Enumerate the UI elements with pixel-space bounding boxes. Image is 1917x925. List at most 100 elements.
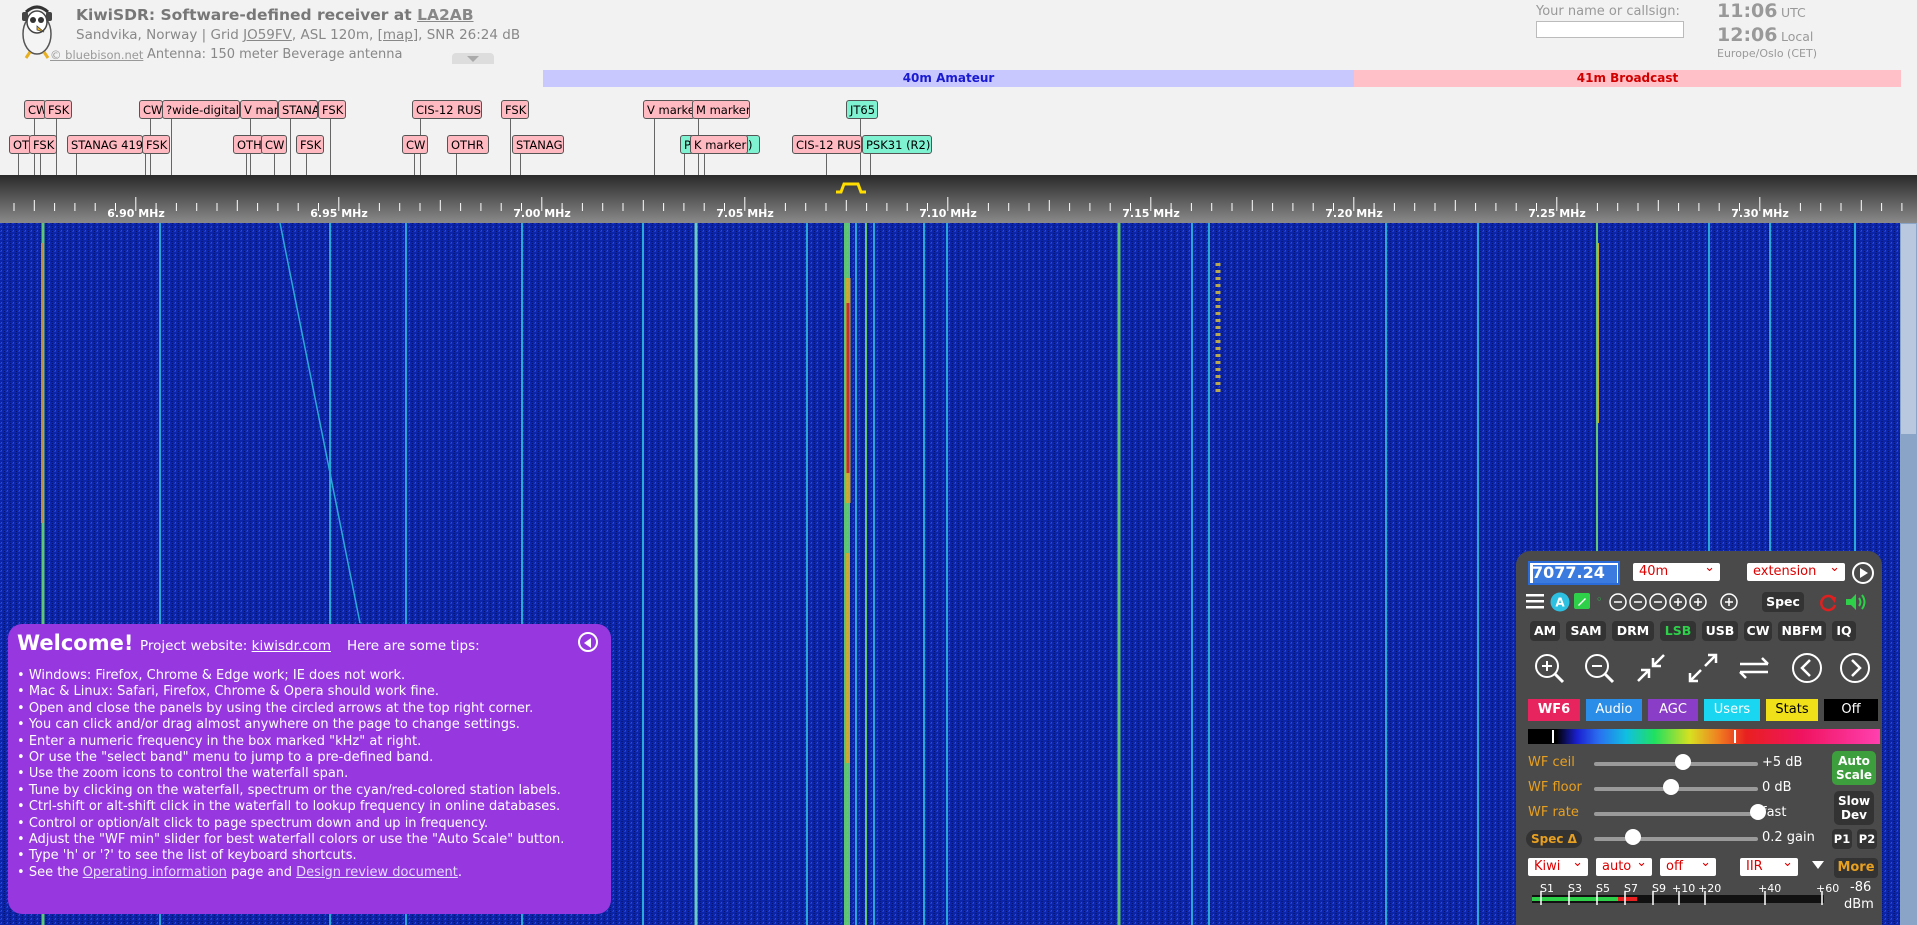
wf-ceil-slider-knob[interactable]	[1674, 754, 1691, 770]
station-label[interactable]: FSK	[501, 100, 529, 119]
wf-rate-slider[interactable]	[1594, 812, 1758, 816]
mode-cw-button[interactable]: CW	[1744, 621, 1772, 641]
play-icon[interactable]	[1851, 561, 1875, 585]
antenna-info: Antenna: 150 meter Beverage antenna	[147, 47, 403, 62]
station-label[interactable]: FSK	[29, 135, 57, 154]
station-label[interactable]: STANAG 419	[67, 135, 143, 154]
tab-off[interactable]: Off	[1824, 699, 1878, 721]
tips-list: Windows: Firefox, Chrome & Edge work; IE…	[17, 668, 565, 881]
map-link[interactable]: [map]	[378, 27, 419, 43]
mode-am-button[interactable]: AM	[1530, 621, 1560, 641]
station-labels-area: CW FSK CW ?wide-digital V mar STANA FSK …	[0, 91, 1917, 175]
station-label[interactable]: CW	[139, 100, 163, 119]
station-label[interactable]: PSK31 (R2)	[862, 135, 932, 154]
slow-dev-button[interactable]: Slow Dev	[1834, 791, 1874, 825]
mode-lsb-button[interactable]: LSB	[1660, 621, 1696, 641]
tab-label: Audio	[1595, 702, 1633, 717]
preset-p2-button[interactable]: P2	[1857, 829, 1877, 849]
auto-mode-icon[interactable]: A	[1550, 592, 1570, 612]
auto-select[interactable]: auto	[1596, 854, 1652, 876]
station-label[interactable]: STANA	[278, 100, 318, 119]
grid-link[interactable]: JO59FV	[243, 27, 292, 43]
zoom-band-icon[interactable]	[1736, 651, 1772, 685]
page-right-icon[interactable]	[1838, 651, 1872, 685]
close-panel-button[interactable]	[578, 632, 598, 652]
colormap-min-marker[interactable]	[1552, 730, 1554, 743]
spec-delta-button[interactable]: Spec Δ	[1526, 830, 1582, 848]
station-label[interactable]: CW	[261, 135, 287, 154]
wf-ceil-label: WF ceil	[1528, 755, 1575, 770]
colormap-bar[interactable]	[1528, 729, 1880, 744]
callsign-input[interactable]	[1536, 21, 1684, 38]
menu-icon[interactable]	[1526, 593, 1544, 609]
smeter-value: -86	[1850, 880, 1872, 895]
reload-icon[interactable]	[1818, 592, 1838, 612]
credit-link[interactable]: © bluebison.net	[50, 48, 143, 62]
kiwi-select[interactable]: Kiwi	[1528, 854, 1588, 876]
mode-sam-button[interactable]: SAM	[1566, 621, 1606, 641]
off-select[interactable]: off	[1660, 854, 1716, 876]
collapse-icon[interactable]	[1812, 861, 1824, 869]
freq-tick-label: 7.05 MHz	[716, 207, 774, 220]
expand-top-bar-button[interactable]	[452, 53, 494, 64]
wf-floor-slider-knob[interactable]	[1663, 779, 1680, 795]
station-label[interactable]: OTHR	[447, 135, 489, 154]
zoom-max-in-icon[interactable]	[1634, 651, 1668, 685]
spec-gain-slider-knob[interactable]	[1625, 829, 1642, 845]
band-41m-broadcast[interactable]: 41m Broadcast	[1354, 70, 1901, 87]
passband-marker	[836, 182, 866, 194]
zoom-out-icon[interactable]	[1582, 651, 1616, 685]
mode-iq-button[interactable]: IQ	[1832, 621, 1856, 641]
station-label[interactable]: OTH	[233, 135, 263, 154]
speaker-icon[interactable]	[1844, 591, 1868, 613]
station-label[interactable]: CIS-12 RUS	[792, 135, 862, 154]
station-label[interactable]: ?wide-digital	[162, 100, 240, 119]
callsign-link[interactable]: LA2AB	[417, 6, 473, 24]
design-review-link[interactable]: Design review document	[296, 865, 458, 880]
zoom-step-icon[interactable]	[1718, 591, 1740, 613]
extension-select[interactable]: extension	[1747, 559, 1845, 581]
station-label[interactable]: V marke	[643, 100, 695, 119]
station-label[interactable]: JT65	[846, 100, 878, 119]
spec-button[interactable]: Spec	[1762, 592, 1804, 612]
station-label[interactable]: FSK	[44, 100, 72, 119]
station-label[interactable]: FSK	[318, 100, 346, 119]
station-label[interactable]: V mar	[240, 100, 278, 119]
mode-usb-button[interactable]: USB	[1702, 621, 1738, 641]
edit-icon[interactable]	[1574, 593, 1590, 609]
zoom-in-icon[interactable]	[1532, 651, 1566, 685]
operating-info-link[interactable]: Operating information	[83, 865, 227, 880]
auto-scale-button[interactable]: Auto Scale	[1832, 751, 1876, 785]
station-label[interactable]: K marker	[690, 135, 748, 154]
project-website-link[interactable]: kiwisdr.com	[252, 638, 331, 654]
station-label[interactable]: STANAG	[512, 135, 564, 154]
station-label[interactable]: OT	[9, 135, 31, 154]
tab-wf[interactable]: WF6	[1528, 699, 1580, 721]
station-label[interactable]: CIS-12 RUS	[412, 100, 482, 119]
zoom-step-icons[interactable]	[1608, 591, 1718, 613]
page-left-icon[interactable]	[1790, 651, 1824, 685]
tab-audio[interactable]: Audio	[1586, 699, 1642, 721]
band-select[interactable]: 40m	[1633, 559, 1720, 581]
tab-users[interactable]: Users	[1704, 699, 1760, 721]
iir-select[interactable]: IIR	[1740, 854, 1798, 876]
mode-nbfm-button[interactable]: NBFM	[1778, 621, 1826, 641]
station-label[interactable]: FSK	[142, 135, 170, 154]
mode-drm-button[interactable]: DRM	[1612, 621, 1654, 641]
preset-p1-button[interactable]: P1	[1832, 829, 1852, 849]
station-label[interactable]: M marker	[692, 100, 750, 119]
spec-gain-slider[interactable]	[1594, 837, 1758, 841]
station-label[interactable]: CW	[402, 135, 428, 154]
wf-floor-label: WF floor	[1528, 780, 1582, 795]
colormap-max-marker[interactable]	[1734, 730, 1736, 743]
tab-label: WF6	[1537, 702, 1571, 717]
tab-stats[interactable]: Stats	[1766, 699, 1818, 721]
frequency-input[interactable]: 7077.24	[1528, 561, 1620, 585]
zoom-max-out-icon[interactable]	[1686, 651, 1720, 685]
band-40m-amateur[interactable]: 40m Amateur	[543, 70, 1354, 87]
tab-agc[interactable]: AGC	[1648, 699, 1698, 721]
scrollbar-thumb[interactable]	[1901, 224, 1916, 434]
more-button[interactable]: More	[1834, 858, 1878, 878]
station-label[interactable]: CW	[24, 100, 46, 119]
station-label[interactable]: FSK	[296, 135, 324, 154]
